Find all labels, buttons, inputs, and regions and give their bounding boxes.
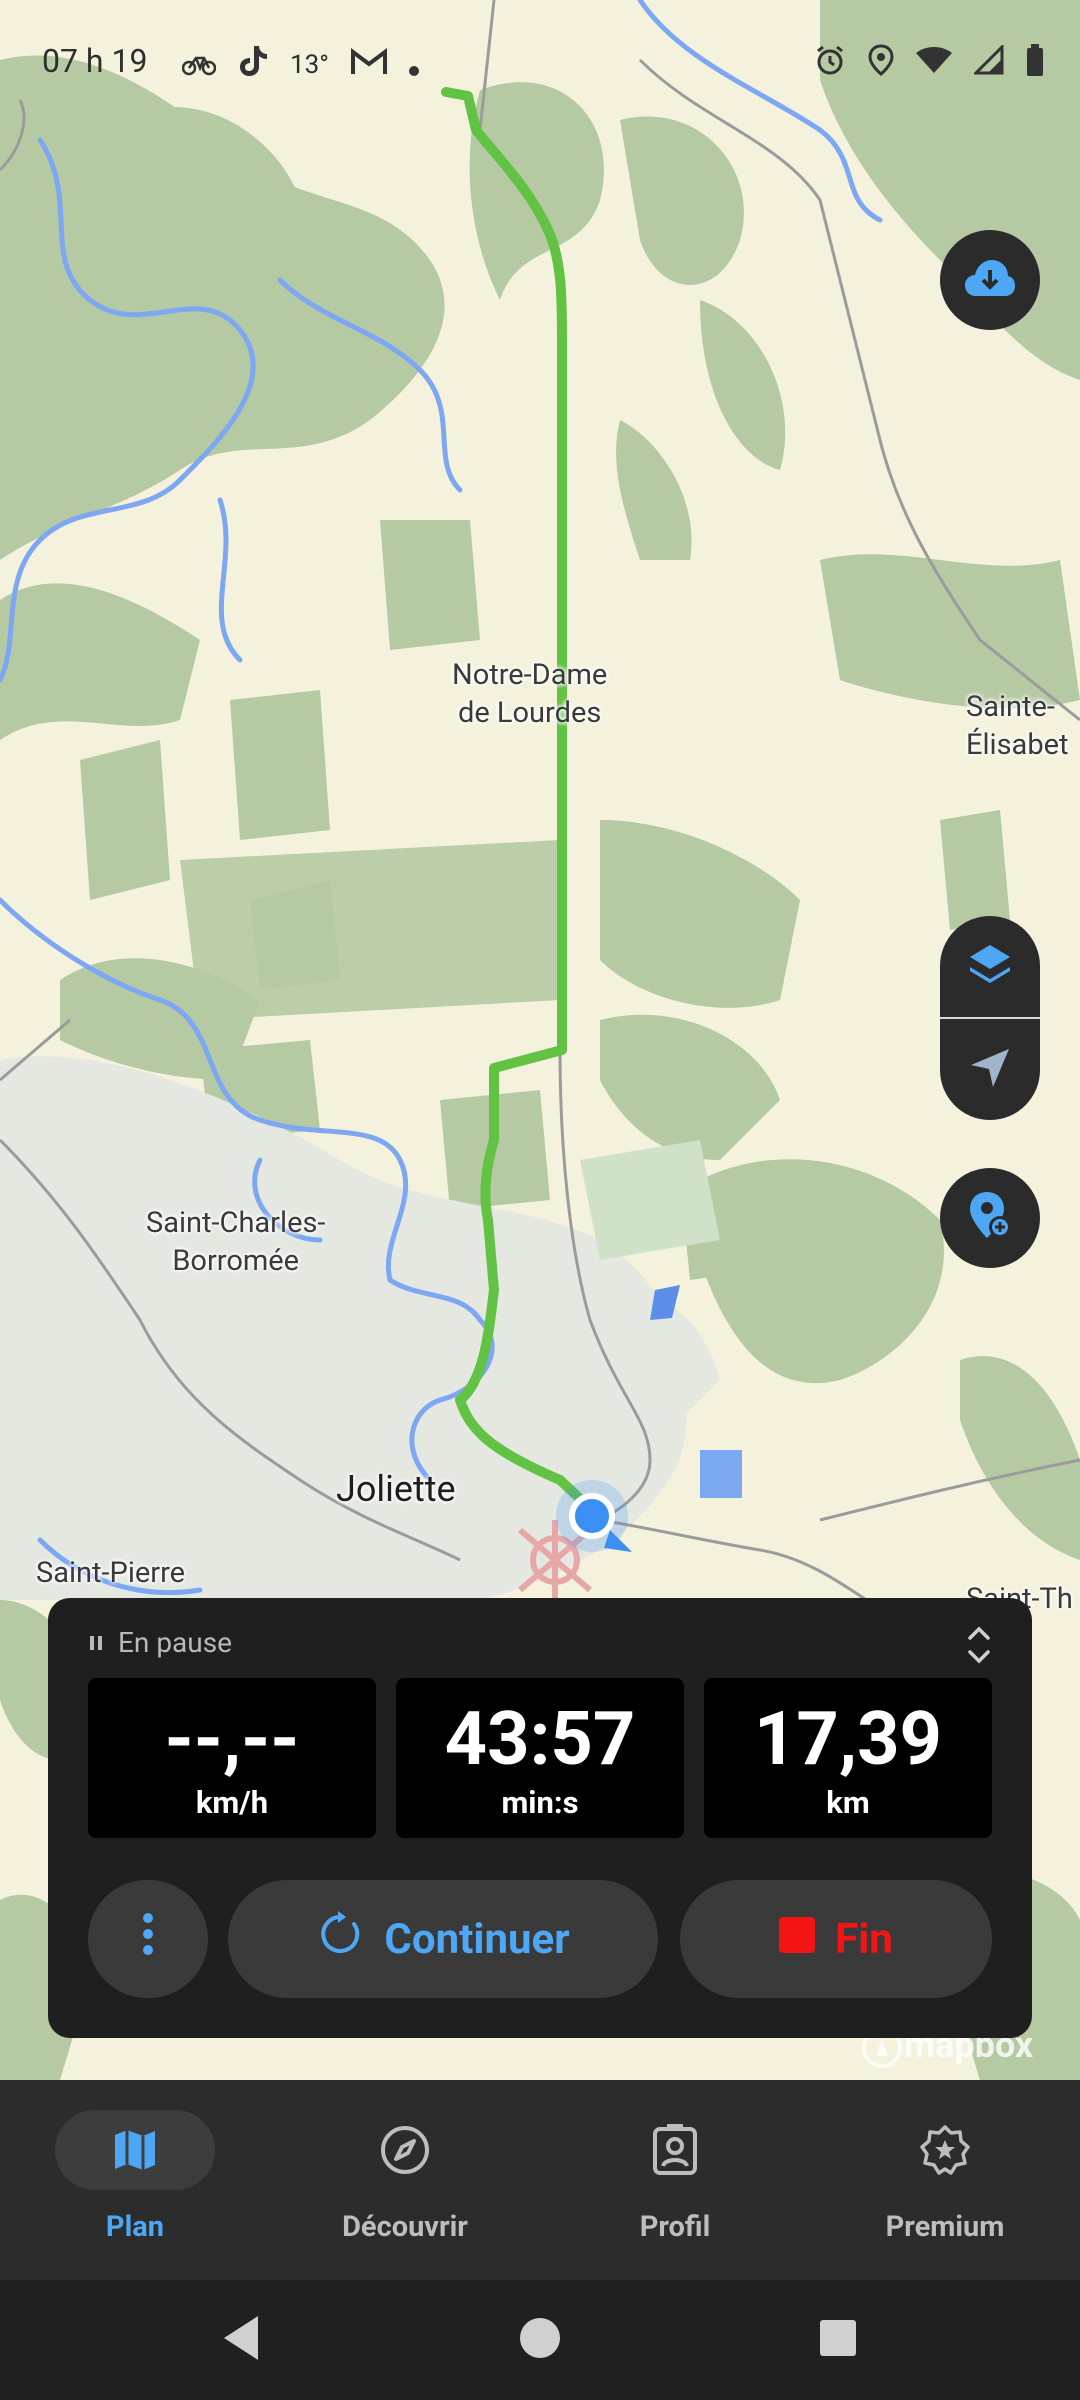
- distance-value: 17,39: [753, 1696, 943, 1783]
- resume-icon: [316, 1910, 364, 1969]
- download-map-button[interactable]: [940, 230, 1040, 330]
- distance-stat: 17,39 km: [704, 1678, 992, 1838]
- nav-label-profil: Profil: [639, 2210, 711, 2244]
- pause-status-label: En pause: [118, 1626, 233, 1659]
- distance-unit: km: [826, 1784, 870, 1821]
- temperature: 13°: [290, 50, 329, 80]
- gmail-icon: [350, 46, 387, 84]
- status-time: 07 h 19: [42, 42, 148, 80]
- continue-label: Continuer: [384, 1914, 570, 1964]
- home-icon[interactable]: [518, 2310, 562, 2370]
- place-label-notre-dame: Notre-Dame de Lourdes: [452, 658, 608, 730]
- tracking-panel: En pause --,-- km/h 43:57 min:s 17,39 km…: [48, 1598, 1032, 2038]
- add-location-icon: [967, 1190, 1013, 1246]
- place-label-saint-charles: Saint-Charles- Borromée: [146, 1206, 326, 1278]
- bottom-navigation: Plan Découvrir Profil Premium: [0, 2080, 1080, 2280]
- duration-stat: 43:57 min:s: [396, 1678, 684, 1838]
- add-location-button[interactable]: [940, 1168, 1040, 1268]
- recents-icon[interactable]: [818, 2310, 858, 2370]
- place-label-joliette: Joliette: [336, 1468, 456, 1510]
- nav-label-decouvrir: Découvrir: [342, 2210, 468, 2244]
- unfold-icon: [966, 1626, 992, 1672]
- battery-icon: [1026, 44, 1044, 84]
- signal-icon: [972, 43, 1004, 83]
- tiktok-icon: [238, 44, 268, 86]
- stop-icon: [779, 1915, 816, 1964]
- map-controls: [940, 916, 1040, 1120]
- navigation-arrow-icon: [967, 1045, 1013, 1095]
- locate-button[interactable]: [940, 1019, 1040, 1120]
- speed-stat: --,-- km/h: [88, 1678, 376, 1838]
- wifi-icon: [916, 45, 952, 83]
- nav-item-premium[interactable]: Premium: [810, 2080, 1080, 2280]
- nav-label-plan: Plan: [105, 2210, 165, 2244]
- compass-icon: [325, 2110, 485, 2190]
- back-icon[interactable]: [218, 2310, 264, 2370]
- nav-item-profil[interactable]: Profil: [540, 2080, 810, 2280]
- nav-label-premium: Premium: [885, 2210, 1005, 2244]
- speed-value: --,--: [164, 1696, 300, 1783]
- continue-button[interactable]: Continuer: [228, 1880, 658, 1998]
- place-label-saint-pierre: Saint-Pierre: [36, 1556, 186, 1590]
- map-icon: [55, 2110, 215, 2190]
- place-label-sainte-elisabeth: Sainte- Élisabet: [966, 690, 1069, 762]
- dot-icon: [408, 46, 419, 84]
- profile-icon: [595, 2110, 755, 2190]
- status-bar: 07 h 19 13°: [0, 0, 1080, 120]
- more-vertical-icon: [142, 1911, 154, 1968]
- duration-value: 43:57: [444, 1696, 636, 1783]
- end-label: Fin: [835, 1914, 893, 1964]
- premium-badge-icon: [865, 2110, 1025, 2190]
- duration-unit: min:s: [501, 1784, 579, 1821]
- location-icon: [868, 44, 894, 84]
- nav-item-decouvrir[interactable]: Découvrir: [270, 2080, 540, 2280]
- end-button[interactable]: Fin: [680, 1880, 992, 1998]
- nav-item-plan[interactable]: Plan: [0, 2080, 270, 2280]
- bike-icon: [181, 46, 217, 84]
- cloud-download-icon: [964, 258, 1016, 302]
- layers-button[interactable]: [940, 916, 1040, 1017]
- alarm-icon: [814, 44, 846, 84]
- pause-status: En pause: [90, 1626, 232, 1659]
- more-options-button[interactable]: [88, 1880, 208, 1998]
- expand-button[interactable]: [966, 1622, 992, 1672]
- speed-unit: km/h: [195, 1784, 269, 1821]
- system-navigation-bar: [0, 2280, 1080, 2400]
- pause-icon: [90, 1635, 102, 1650]
- layers-icon: [966, 941, 1014, 993]
